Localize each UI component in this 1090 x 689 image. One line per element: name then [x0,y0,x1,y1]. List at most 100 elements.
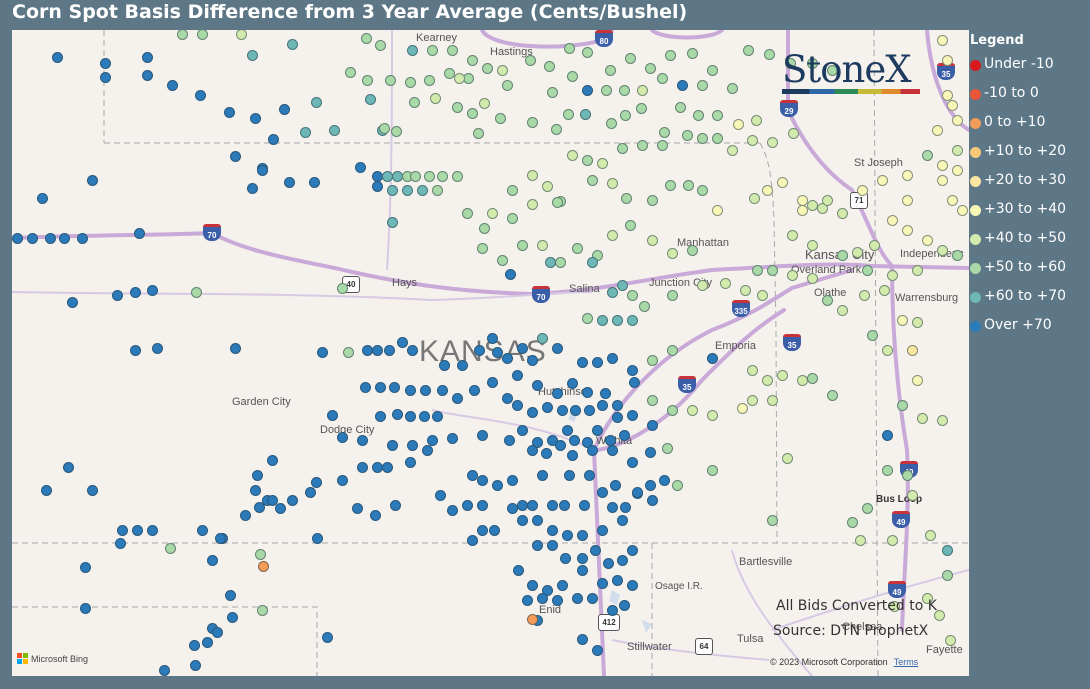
price-point[interactable] [329,125,340,136]
price-point[interactable] [897,400,908,411]
price-point[interactable] [937,415,948,426]
price-point[interactable] [191,287,202,298]
price-point[interactable] [80,562,91,573]
price-point[interactable] [757,290,768,301]
price-point[interactable] [862,265,873,276]
price-point[interactable] [327,410,338,421]
price-point[interactable] [577,565,588,576]
price-point[interactable] [584,470,595,481]
price-point[interactable] [560,553,571,564]
price-point[interactable] [627,580,638,591]
price-point[interactable] [567,450,578,461]
price-point[interactable] [343,347,354,358]
price-point[interactable] [855,535,866,546]
price-point[interactable] [562,425,573,436]
price-point[interactable] [477,430,488,441]
price-point[interactable] [115,538,126,549]
price-point[interactable] [267,495,278,506]
price-point[interactable] [657,140,668,151]
price-point[interactable] [527,445,538,456]
price-point[interactable] [645,480,656,491]
price-point[interactable] [737,403,748,414]
price-point[interactable] [527,117,538,128]
price-point[interactable] [897,315,908,326]
price-point[interactable] [207,555,218,566]
price-point[interactable] [497,255,508,266]
price-point[interactable] [887,270,898,281]
price-point[interactable] [645,63,656,74]
price-point[interactable] [606,118,617,129]
price-point[interactable] [87,485,98,496]
price-point[interactable] [612,412,623,423]
price-point[interactable] [147,525,158,536]
price-point[interactable] [502,353,513,364]
price-point[interactable] [662,443,673,454]
price-point[interactable] [902,470,913,481]
price-point[interactable] [387,440,398,451]
price-point[interactable] [577,530,588,541]
price-point[interactable] [587,593,598,604]
price-point[interactable] [537,333,548,344]
price-point[interactable] [597,400,608,411]
price-point[interactable] [555,257,566,268]
price-point[interactable] [727,83,738,94]
price-point[interactable] [322,632,333,643]
price-point[interactable] [507,185,518,196]
price-point[interactable] [197,525,208,536]
price-point[interactable] [439,360,450,371]
price-point[interactable] [767,515,778,526]
price-point[interactable] [665,50,676,61]
price-point[interactable] [507,475,518,486]
legend-item[interactable]: Over +70 [970,317,1088,346]
price-point[interactable] [247,50,258,61]
price-point[interactable] [544,61,555,72]
price-point[interactable] [647,195,658,206]
price-point[interactable] [522,595,533,606]
price-point[interactable] [63,462,74,473]
price-point[interactable] [617,143,628,154]
price-point[interactable] [847,517,858,528]
price-point[interactable] [632,487,643,498]
price-point[interactable] [597,315,608,326]
price-point[interactable] [600,388,611,399]
price-point[interactable] [584,405,595,416]
price-point[interactable] [375,382,386,393]
price-point[interactable] [517,425,528,436]
price-point[interactable] [384,345,395,356]
price-point[interactable] [612,400,623,411]
price-point[interactable] [620,502,631,513]
price-point[interactable] [12,233,23,244]
price-point[interactable] [547,87,558,98]
price-point[interactable] [505,269,516,280]
price-point[interactable] [569,435,580,446]
price-point[interactable] [337,475,348,486]
price-point[interactable] [682,130,693,141]
price-point[interactable] [827,390,838,401]
price-point[interactable] [477,525,488,536]
price-point[interactable] [672,480,683,491]
price-point[interactable] [947,195,958,206]
price-point[interactable] [202,637,213,648]
price-point[interactable] [361,33,372,44]
price-point[interactable] [41,485,52,496]
price-point[interactable] [687,48,698,59]
price-point[interactable] [751,115,762,126]
price-point[interactable] [627,410,638,421]
price-point[interactable] [424,75,435,86]
price-point[interactable] [957,205,968,216]
price-point[interactable] [852,247,863,258]
price-point[interactable] [862,503,873,514]
price-point[interactable] [580,109,591,120]
price-point[interactable] [562,530,573,541]
price-point[interactable] [487,333,498,344]
price-point[interactable] [370,510,381,521]
price-point[interactable] [497,65,508,76]
price-point[interactable] [147,285,158,296]
price-point[interactable] [152,343,163,354]
legend-item[interactable]: +50 to +60 [970,259,1088,288]
price-point[interactable] [592,425,603,436]
price-point[interactable] [882,345,893,356]
price-point[interactable] [912,375,923,386]
price-point[interactable] [45,233,56,244]
price-point[interactable] [37,193,48,204]
